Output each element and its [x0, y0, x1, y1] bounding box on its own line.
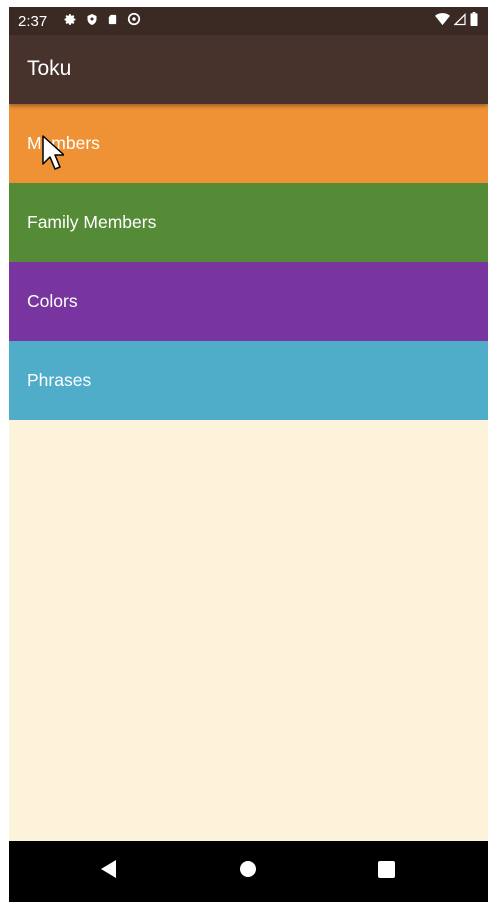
back-icon	[99, 859, 119, 884]
signal-icon	[453, 12, 466, 30]
category-list: Members Family Members Colors Phrases	[9, 104, 488, 420]
battery-icon	[470, 12, 478, 30]
category-item-phrases[interactable]: Phrases	[9, 341, 488, 420]
status-bar: 2:37	[9, 7, 488, 35]
category-item-family-members[interactable]: Family Members	[9, 183, 488, 262]
home-icon	[239, 860, 257, 883]
recents-button[interactable]	[356, 841, 416, 902]
category-item-colors[interactable]: Colors	[9, 262, 488, 341]
wifi-icon	[435, 12, 450, 30]
data-saver-icon	[127, 12, 141, 30]
shield-icon	[86, 13, 98, 30]
status-time: 2:37	[18, 12, 48, 30]
app-title: Toku	[27, 57, 72, 80]
home-button[interactable]	[218, 841, 278, 902]
category-label: Family Members	[27, 212, 157, 232]
back-button[interactable]	[79, 841, 139, 902]
category-label: Colors	[27, 291, 78, 311]
gear-icon	[64, 13, 77, 30]
recents-icon	[377, 860, 395, 883]
status-icons-right	[435, 7, 478, 35]
category-item-members[interactable]: Members	[9, 104, 488, 183]
status-icons-left	[64, 12, 141, 30]
app-bar: Toku	[9, 35, 488, 104]
phone-screen: 2:37 Toku Members Family Members Colors …	[9, 7, 488, 902]
category-label: Phrases	[27, 370, 92, 390]
navigation-bar	[9, 841, 488, 902]
mouse-pointer-icon	[42, 135, 65, 176]
sd-card-icon	[107, 13, 118, 30]
